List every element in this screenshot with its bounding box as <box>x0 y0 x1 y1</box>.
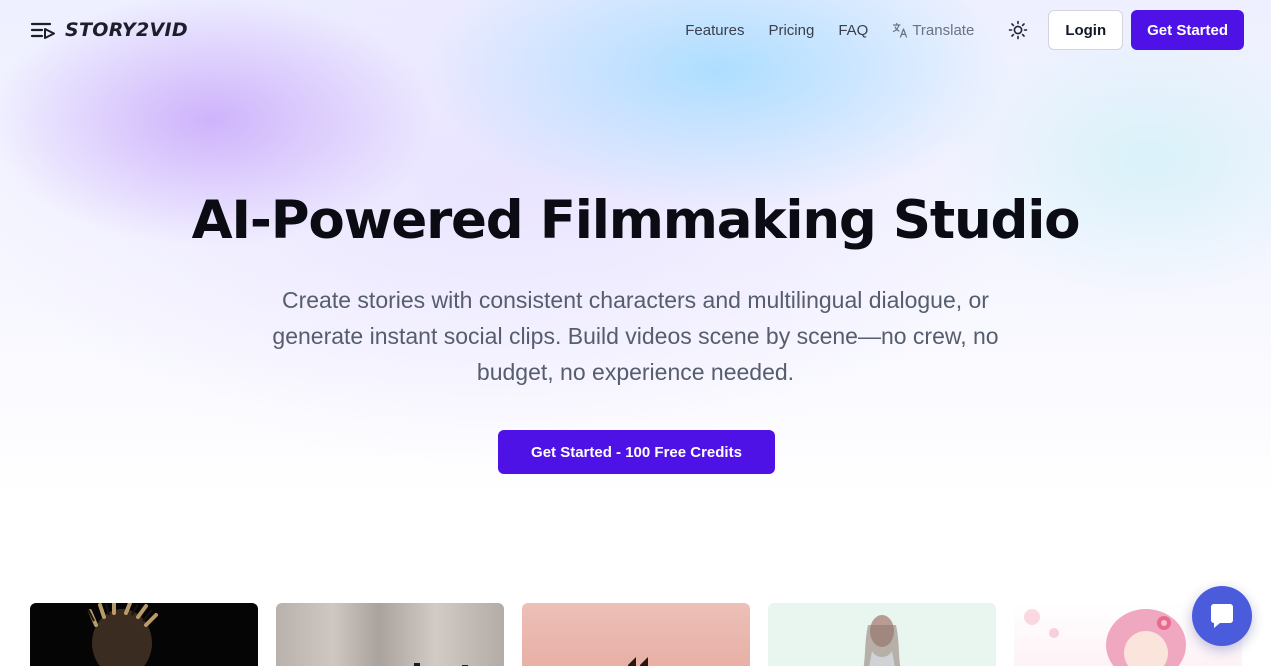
menu-play-icon <box>30 20 56 40</box>
video-gallery <box>30 603 1242 666</box>
main-nav: Features Pricing FAQ Translate Login Get… <box>685 10 1244 50</box>
get-started-button[interactable]: Get Started <box>1131 10 1244 50</box>
chat-widget-button[interactable] <box>1192 586 1252 646</box>
translate-button[interactable]: Translate <box>892 22 974 39</box>
gallery-card-robot-woman[interactable] <box>768 603 996 666</box>
landing-page: STORY2VID Features Pricing FAQ Translate <box>0 0 1271 666</box>
nav-link-faq[interactable]: FAQ <box>838 22 868 39</box>
gallery-card-portrait-dreadlocks[interactable] <box>30 603 258 666</box>
translate-label: Translate <box>912 21 975 39</box>
brand-logo[interactable]: STORY2VID <box>30 19 188 41</box>
brand-name: STORY2VID <box>65 19 188 41</box>
hero-cta-button[interactable]: Get Started - 100 Free Credits <box>498 430 775 474</box>
theme-toggle-button[interactable] <box>1006 18 1030 42</box>
hero-subtitle: Create stories with consistent character… <box>272 287 999 385</box>
login-button[interactable]: Login <box>1048 10 1124 50</box>
hero-title: AI-Powered Filmmaking Studio <box>191 190 1081 251</box>
gallery-card-pink-title[interactable] <box>522 603 750 666</box>
chat-bubble-icon <box>1211 604 1233 628</box>
nav-link-pricing[interactable]: Pricing <box>768 22 814 39</box>
sun-icon <box>1009 20 1028 40</box>
top-navbar: STORY2VID Features Pricing FAQ Translate <box>0 0 1271 60</box>
nav-link-features[interactable]: Features <box>685 22 744 39</box>
gallery-card-curtain-scene[interactable] <box>276 603 504 666</box>
translate-icon <box>892 22 908 38</box>
